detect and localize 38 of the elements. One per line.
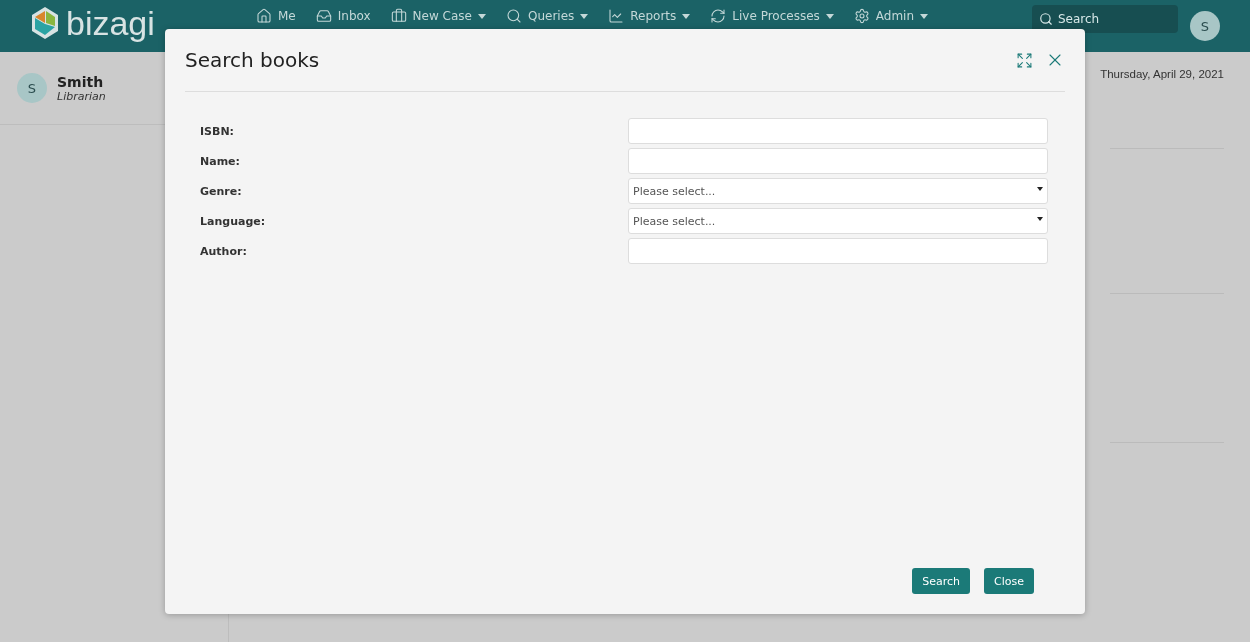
field-label: Language: (200, 214, 267, 228)
user-avatar[interactable]: S (1190, 11, 1220, 41)
field-label: Genre: (200, 184, 243, 198)
nav-item[interactable]: Queries (505, 8, 589, 24)
nav-item[interactable]: Me (256, 8, 296, 24)
select-field[interactable]: Please select... (628, 208, 1048, 234)
input-field[interactable] (628, 148, 1048, 174)
date-text: Thursday, April 29, 2021 (1100, 68, 1224, 80)
nav-item[interactable]: New Case (390, 8, 486, 24)
dialog-title: Search books (185, 48, 320, 72)
user-role: Librarian (57, 89, 106, 103)
user-avatar: S (17, 73, 47, 103)
chart-icon (608, 8, 625, 24)
refresh-icon (710, 8, 727, 24)
inbox-icon (315, 8, 332, 24)
logo-icon (30, 6, 60, 40)
field-label: ISBN: (200, 124, 235, 138)
search-field[interactable]: Search (1032, 5, 1178, 33)
briefcase-icon (390, 8, 407, 24)
close-button[interactable]: Close (984, 568, 1034, 594)
input-field[interactable] (628, 118, 1048, 144)
search-button[interactable]: Search (912, 568, 971, 594)
nav-item[interactable]: Inbox (315, 8, 371, 24)
search-icon (505, 8, 522, 24)
input-field[interactable] (628, 238, 1048, 264)
nav-item[interactable]: Live Processes (710, 8, 834, 24)
logo-text: bizagi (66, 6, 155, 40)
user-name: Smith (57, 73, 105, 90)
home-icon (256, 8, 272, 24)
nav-item[interactable]: Admin (853, 8, 929, 24)
field-label: Name: (200, 154, 241, 168)
nav-item[interactable]: Reports (608, 8, 691, 24)
select-field[interactable]: Please select... (628, 178, 1048, 204)
settings-icon (853, 8, 870, 24)
caret-icon (1037, 187, 1043, 191)
caret-icon (1037, 217, 1043, 221)
maximize-button[interactable] (1016, 51, 1033, 69)
field-label: Author: (200, 244, 248, 258)
